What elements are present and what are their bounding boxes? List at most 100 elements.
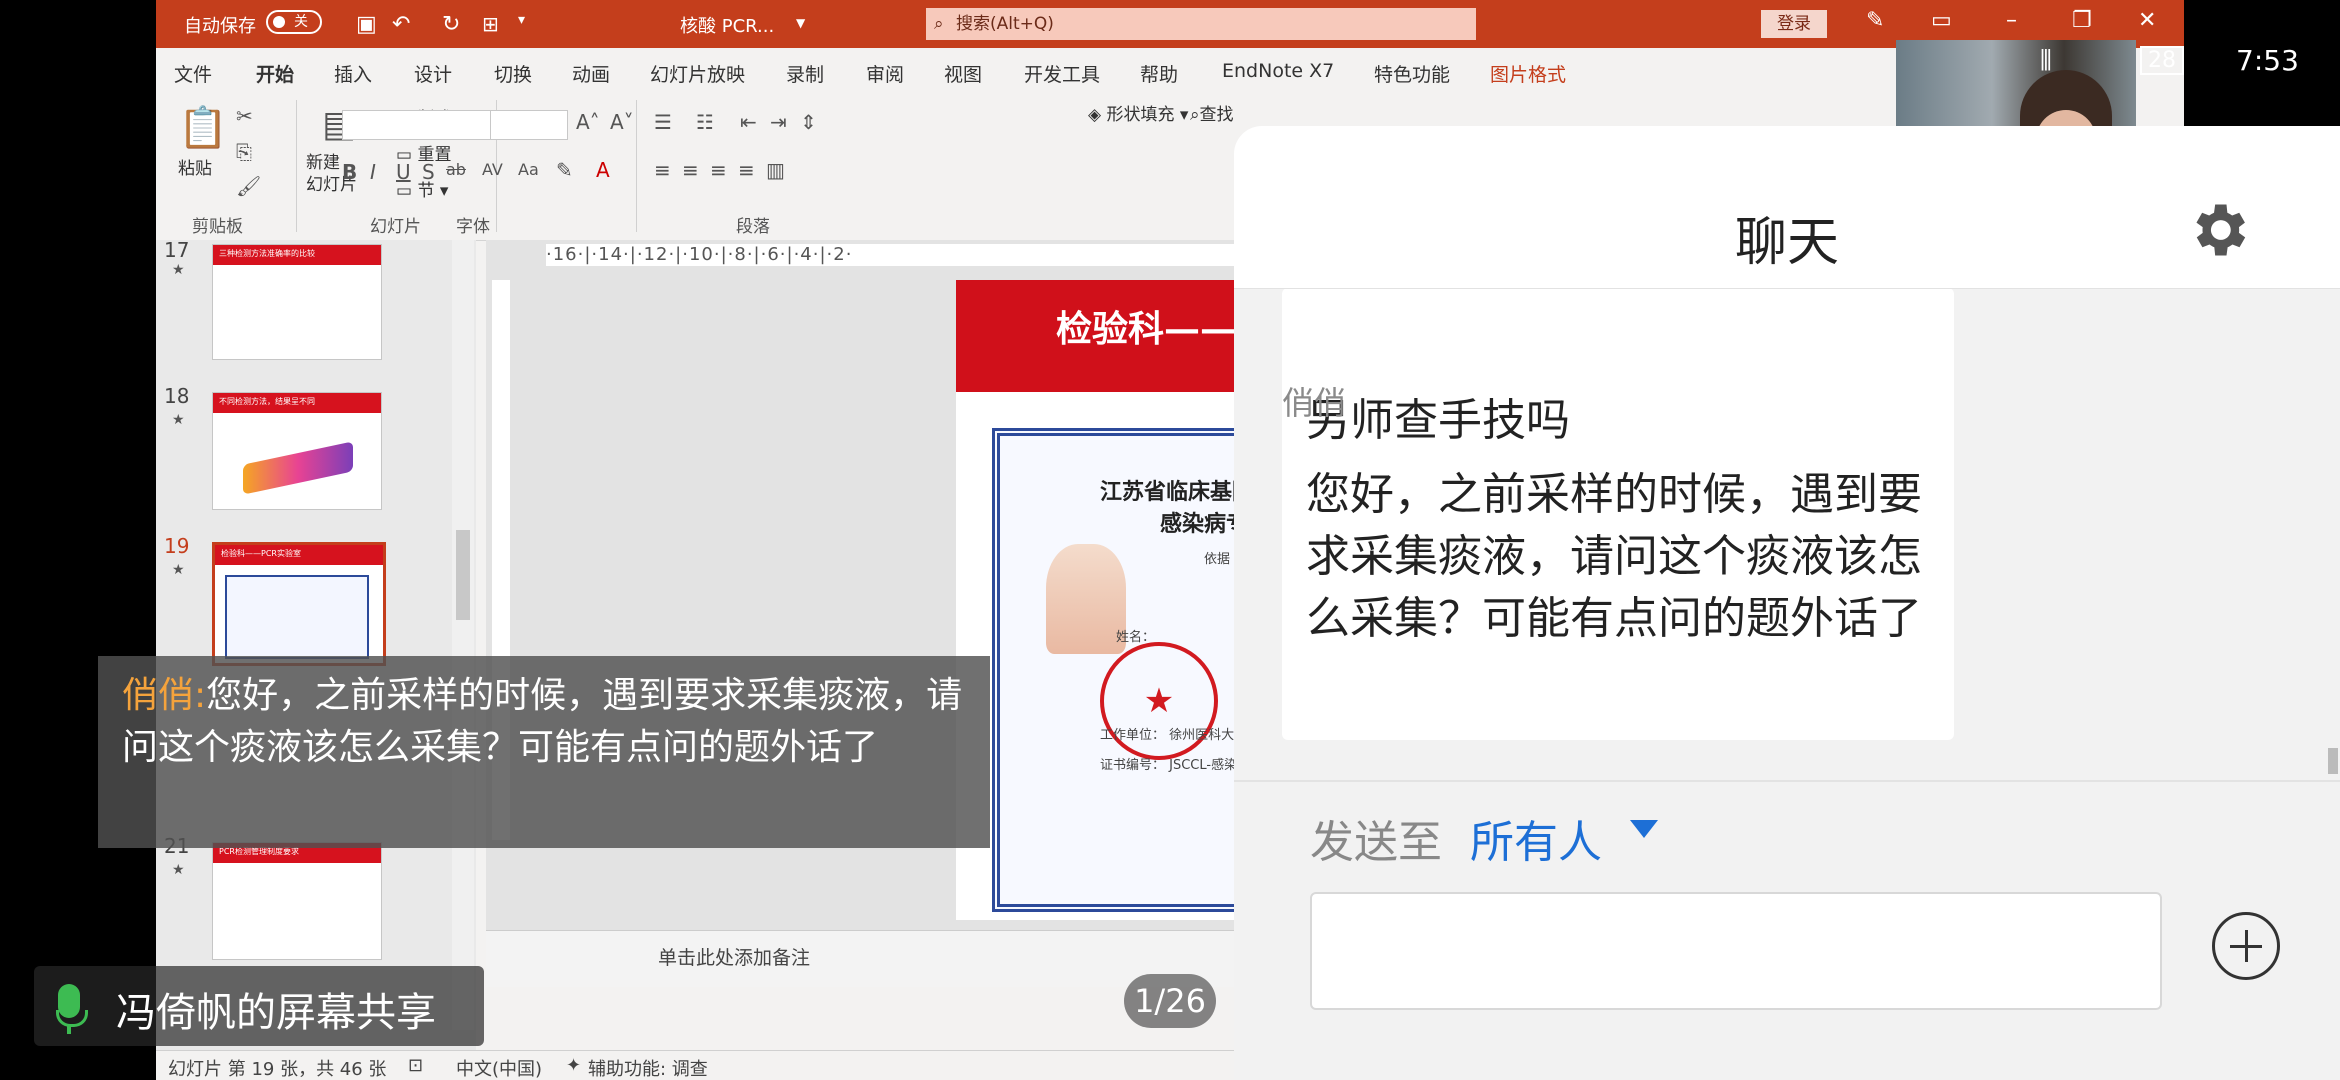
restore-icon[interactable]: ❐ xyxy=(2072,8,2092,33)
tab-transitions[interactable]: 切换 xyxy=(494,60,532,87)
search-placeholder: 搜索(Alt+Q) xyxy=(956,14,1054,34)
search-icon: ⌕ xyxy=(934,14,944,34)
cut-icon[interactable]: ✂ xyxy=(236,104,253,128)
align-center-icon[interactable]: ≡ xyxy=(682,158,699,182)
notes-placeholder: 单击此处添加备注 xyxy=(658,947,811,969)
increase-indent-icon[interactable]: ⇥ xyxy=(770,110,787,134)
tab-developer[interactable]: 开发工具 xyxy=(1024,60,1100,87)
tab-design[interactable]: 设计 xyxy=(414,60,452,87)
minimize-icon[interactable]: – xyxy=(2006,8,2017,33)
char-spacing-icon[interactable]: AV xyxy=(482,160,503,179)
chat-message-previous: 另师查手技吗 xyxy=(1282,288,1954,464)
autosave-toggle[interactable]: 关 xyxy=(266,10,322,34)
shape-fill-button[interactable]: ◈ 形状填充 ▾ xyxy=(1088,100,1188,125)
slide-thumbnail[interactable]: 不同检测方法，结果呈不同 xyxy=(212,392,382,510)
filename-chevron-icon[interactable]: ▼ xyxy=(796,16,805,30)
customize-icon[interactable]: ▾ xyxy=(518,12,525,28)
tab-picture-format[interactable]: 图片格式 xyxy=(1490,60,1566,87)
decrease-font-icon[interactable]: A˅ xyxy=(610,110,634,134)
slide-thumbnail-title: 不同检测方法，结果呈不同 xyxy=(219,397,315,406)
increase-font-icon[interactable]: A˄ xyxy=(576,110,600,134)
present-icon[interactable]: ⊞ xyxy=(482,12,499,36)
language-status[interactable]: 中文(中国) xyxy=(456,1055,542,1080)
tab-review[interactable]: 审阅 xyxy=(866,60,904,87)
chat-input[interactable] xyxy=(1310,892,2162,1010)
change-case-icon[interactable]: Aa xyxy=(518,160,539,179)
numbering-icon[interactable]: ☷ xyxy=(696,110,714,134)
slide-thumbnail-pane: 17 ★ 三种检测方法准确率的比较 18 ★ 不同检测方法，结果呈不同 19 ★… xyxy=(156,238,476,1050)
chat-panel: 另师查手技吗 聊天 俏俏 您好，之前采样的时候，遇到要求采集痰液，请问这个痰液该… xyxy=(1234,126,2340,1080)
format-painter-icon[interactable]: 🖌 xyxy=(236,174,261,198)
bullets-icon[interactable]: ☰ xyxy=(654,110,672,134)
chat-scrollbar[interactable] xyxy=(2328,748,2338,774)
slide-thumbnail-title: 检验科——PCR实验室 xyxy=(221,549,301,558)
divider xyxy=(1234,780,2340,782)
bold-icon[interactable]: B xyxy=(342,160,357,184)
chat-message-text: 您好，之前采样的时候，遇到要求采集痰液，请问这个痰液该怎么采集？可能有点问的题外… xyxy=(1306,469,1922,644)
tab-file[interactable]: 文件 xyxy=(174,60,212,87)
tab-help[interactable]: 帮助 xyxy=(1140,60,1178,87)
animation-star-icon: ★ xyxy=(172,862,185,878)
slide-thumbnail-title: 三种检测方法准确率的比较 xyxy=(219,249,315,258)
group-label-paragraph: 段落 xyxy=(736,217,770,237)
settings-gear-icon[interactable] xyxy=(2184,196,2252,264)
tab-slideshow[interactable]: 幻灯片放映 xyxy=(650,60,745,87)
strikethrough-icon[interactable]: ab xyxy=(446,160,466,179)
slide-number: 18 xyxy=(164,384,190,408)
slide-thumbnail[interactable]: 三种检测方法准确率的比较 xyxy=(212,244,382,360)
tab-view[interactable]: 视图 xyxy=(944,60,982,87)
highlight-icon[interactable]: ✎ xyxy=(556,158,573,182)
tab-features[interactable]: 特色功能 xyxy=(1374,60,1450,87)
chat-title: 聊天 xyxy=(1734,213,1839,273)
animation-star-icon: ★ xyxy=(172,562,185,578)
pen-icon[interactable]: ✎ xyxy=(1866,8,1884,33)
align-right-icon[interactable]: ≡ xyxy=(710,158,727,182)
undo-icon[interactable]: ↶ xyxy=(392,12,410,37)
send-to-recipient-select[interactable]: 所有人 xyxy=(1470,806,1602,870)
chat-header: 聊天 xyxy=(1234,126,2340,289)
tab-insert[interactable]: 插入 xyxy=(334,60,372,87)
ppt-titlebar: 自动保存 关 ▣ ↶ ↻ ⊞ ▾ 核酸 PCR... ▼ ⌕ 搜索(Alt+Q)… xyxy=(156,0,2184,48)
paste-button[interactable]: 粘贴 xyxy=(178,154,212,179)
ribbon-display-icon[interactable]: ▭ xyxy=(1931,8,1952,33)
thumbnail-scroll-thumb[interactable] xyxy=(456,530,470,620)
vibrate-icon: ⫴ xyxy=(2040,44,2052,77)
slide-thumbnail-selected[interactable]: 检验科——PCR实验室 xyxy=(212,542,386,666)
justify-icon[interactable]: ≡ xyxy=(738,158,755,182)
underline-icon[interactable]: U xyxy=(396,160,411,184)
slide-number: 19 xyxy=(164,534,190,558)
thumbnail-scrollbar[interactable] xyxy=(452,240,474,1030)
add-attachment-button[interactable] xyxy=(2212,912,2280,980)
align-left-icon[interactable]: ≡ xyxy=(654,158,671,182)
columns-icon[interactable]: ▥ xyxy=(766,158,785,182)
microphone-icon-base xyxy=(56,1010,88,1027)
decrease-indent-icon[interactable]: ⇤ xyxy=(740,110,757,134)
tab-home[interactable]: 开始 xyxy=(256,60,295,96)
paste-icon[interactable]: 📋 xyxy=(178,104,228,151)
search-input[interactable]: ⌕ 搜索(Alt+Q) xyxy=(926,8,1476,40)
save-icon[interactable]: ▣ xyxy=(356,12,377,37)
tab-record[interactable]: 录制 xyxy=(786,60,824,87)
chevron-down-icon[interactable] xyxy=(1630,820,1658,838)
line-spacing-icon[interactable]: ⇕ xyxy=(800,110,817,134)
font-size-select[interactable] xyxy=(490,110,568,140)
italic-icon[interactable]: I xyxy=(370,160,376,184)
close-icon[interactable]: ✕ xyxy=(2138,8,2156,33)
find-button[interactable]: ⌕查找 xyxy=(1190,100,1234,125)
shadow-icon[interactable]: S xyxy=(422,160,435,184)
slide-count-status: 幻灯片 第 19 张，共 46 张 xyxy=(168,1059,387,1080)
tab-animations[interactable]: 动画 xyxy=(572,60,610,87)
shape-fill-label: 形状填充 xyxy=(1106,105,1175,125)
section-label: 节 xyxy=(417,181,435,201)
redo-icon[interactable]: ↻ xyxy=(442,12,460,37)
font-color-icon[interactable]: A xyxy=(596,158,610,182)
spellcheck-icon[interactable]: ⊡ xyxy=(408,1055,423,1076)
autosave-label: 自动保存 xyxy=(184,16,256,37)
screen-share-label: 冯倚帆的屏幕共享 xyxy=(34,966,484,1046)
slide-thumbnail[interactable]: PCR检测管理制度要求 xyxy=(212,842,382,960)
accessibility-status[interactable]: 辅助功能: 调查 xyxy=(588,1055,708,1080)
tab-endnote[interactable]: EndNote X7 xyxy=(1222,60,1334,82)
login-button[interactable]: 登录 xyxy=(1761,10,1827,38)
copy-icon[interactable]: ⎘ xyxy=(236,140,252,164)
file-name[interactable]: 核酸 PCR... xyxy=(680,12,774,38)
